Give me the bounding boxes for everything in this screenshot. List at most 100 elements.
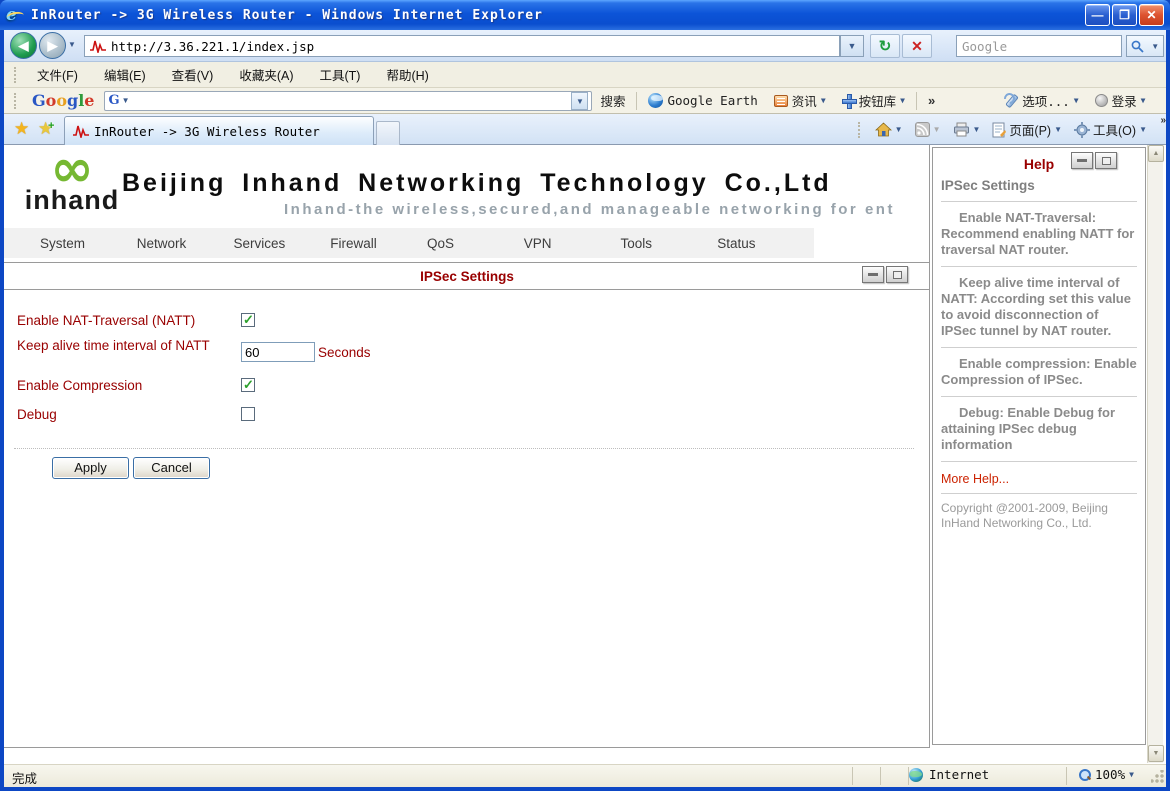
nav-system[interactable]: System [40,236,137,251]
help-panel: Help IPSec Settings Enable NAT-Traversal… [932,147,1146,745]
apply-button[interactable]: Apply [52,457,129,479]
help-paragraph: Enable compression: Enable Compression o… [941,356,1137,388]
favorites-star-icon[interactable]: ★ [14,119,29,139]
google-search-input[interactable]: G ▼ ▼ [104,91,592,111]
feeds-button[interactable]: ▼ [910,120,946,139]
field-label-natt: Enable NAT-Traversal (NATT) [17,313,232,329]
news-icon [774,95,788,107]
vertical-scrollbar[interactable]: ▲ ▼ [1147,145,1163,763]
menu-view[interactable]: 查看(V) [159,62,227,87]
new-tab-button[interactable] [376,121,400,145]
inhand-logo: ∞ inhand [22,147,122,216]
title-bar: e InRouter -> 3G Wireless Router - Windo… [0,0,1170,30]
help-divider [941,493,1137,494]
nav-services[interactable]: Services [234,236,331,251]
toolbar-grip[interactable] [14,67,18,83]
news-button[interactable]: 资讯 ▼ [766,90,834,112]
help-divider [941,266,1137,267]
google-signin-button[interactable]: 登录 ▼ [1087,90,1154,112]
toolbar-grip[interactable] [14,93,18,109]
keepalive-unit-label: Seconds [318,345,371,360]
browser-window: e InRouter -> 3G Wireless Router - Windo… [0,0,1170,791]
status-bar: 完成 Internet 100% ▼ [4,763,1166,787]
signin-dropdown-icon[interactable]: ▼ [1141,96,1146,105]
more-help-link[interactable]: More Help... [941,472,1137,486]
help-divider [941,396,1137,397]
gear-icon [1074,122,1090,138]
toolbar-overflow-chevron-icon[interactable]: » [920,93,943,108]
keepalive-input[interactable] [241,342,315,362]
panel-minimize-button[interactable] [862,266,884,283]
zoom-control[interactable]: 100% ▼ [1079,767,1134,782]
button-gallery-dropdown-icon[interactable]: ▼ [900,96,905,105]
nav-network[interactable]: Network [137,236,234,251]
back-button[interactable]: ◀ [10,32,37,59]
cancel-button[interactable]: Cancel [133,457,210,479]
search-options-dropdown-icon[interactable]: ▼ [1151,42,1159,51]
stop-button[interactable]: ✕ [902,34,932,58]
recent-pages-dropdown-icon[interactable]: ▼ [68,40,76,49]
google-search-history-dropdown-icon[interactable]: ▼ [122,96,130,105]
form-title: IPSec Settings [4,269,930,284]
maximize-button[interactable]: ❐ [1112,4,1137,26]
scroll-down-icon[interactable]: ▼ [1148,745,1164,762]
help-minimize-button[interactable] [1071,152,1093,169]
google-combo-dropdown-icon[interactable]: ▼ [571,92,588,110]
toolbar-separator [636,92,637,110]
search-input[interactable] [957,36,1121,56]
page-menu-button[interactable]: 页面(P) ▼ [987,118,1067,141]
nav-status[interactable]: Status [717,236,814,251]
home-dropdown-icon[interactable]: ▼ [895,125,903,134]
page-icon [992,122,1006,138]
form-divider [14,448,914,449]
copyright-text: Copyright @2001-2009, Beijing InHand Net… [941,501,1137,531]
forward-button[interactable]: ▶ [39,32,66,59]
toolbar-grip[interactable] [858,122,862,138]
resize-grip[interactable] [1151,770,1164,783]
menu-file[interactable]: 文件(F) [24,62,91,87]
nav-firewall[interactable]: Firewall [330,236,427,251]
menu-tools[interactable]: 工具(T) [306,62,373,87]
close-button[interactable]: ✕ [1139,4,1164,26]
panel-maximize-button[interactable] [886,266,908,283]
nav-vpn[interactable]: VPN [524,236,621,251]
print-button[interactable]: ▼ [948,120,986,139]
news-dropdown-icon[interactable]: ▼ [821,96,826,105]
scroll-up-icon[interactable]: ▲ [1148,145,1164,162]
compression-checkbox[interactable] [241,378,255,392]
help-subtitle: IPSec Settings [941,178,1137,193]
refresh-button[interactable]: ↻ [870,34,900,58]
nav-tools[interactable]: Tools [621,236,718,251]
home-button[interactable]: ▼ [870,120,908,139]
help-paragraph: Keep alive time interval of NATT: Accord… [941,275,1137,339]
address-dropdown-icon[interactable]: ▼ [840,35,864,57]
menu-help[interactable]: 帮助(H) [373,62,441,87]
nav-qos[interactable]: QoS [427,236,524,251]
zone-label: Internet [929,767,989,782]
google-earth-button[interactable]: Google Earth [640,90,765,112]
menu-favorites[interactable]: 收藏夹(A) [226,62,306,87]
google-options-button[interactable]: 选项... ▼ [995,90,1086,112]
help-divider [941,201,1137,202]
button-gallery-button[interactable]: 按钮库 ▼ [834,90,913,112]
natt-checkbox[interactable] [241,313,255,327]
zoom-dropdown-icon[interactable]: ▼ [1129,770,1134,779]
google-search-button[interactable]: 搜索 [592,90,633,112]
page-dropdown-icon[interactable]: ▼ [1054,125,1062,134]
search-button[interactable]: ▼ [1126,35,1164,57]
minimize-button[interactable]: — [1085,4,1110,26]
command-bar: ▼ ▼ ▼ [852,114,1152,145]
help-divider [941,461,1137,462]
address-input[interactable]: http://3.36.221.1/index.jsp [84,35,840,57]
options-dropdown-icon[interactable]: ▼ [1074,96,1079,105]
tools-menu-button[interactable]: 工具(O) ▼ [1069,118,1152,141]
print-dropdown-icon[interactable]: ▼ [973,125,981,134]
page-content: ∞ inhand Beijing Inhand Networking Techn… [4,145,1166,763]
menu-edit[interactable]: 编辑(E) [91,62,159,87]
help-maximize-button[interactable] [1095,152,1117,169]
status-separator [1066,767,1067,785]
command-overflow-chevron-icon[interactable]: » [1160,115,1166,126]
tools-dropdown-icon[interactable]: ▼ [1139,125,1147,134]
active-tab[interactable]: InRouter -> 3G Wireless Router [64,116,374,145]
debug-checkbox[interactable] [241,407,255,421]
